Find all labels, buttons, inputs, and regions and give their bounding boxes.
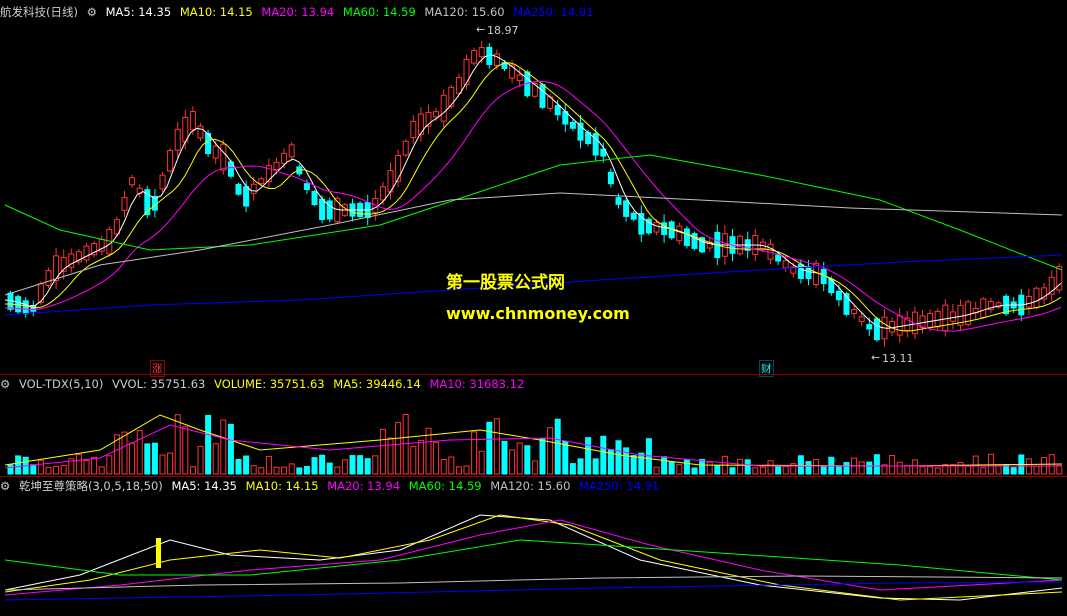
vol-ma5-value: MA5: 39446.14	[333, 377, 421, 391]
watermark-url: www.chnmoney.com	[446, 304, 630, 323]
strat-ma60-value: MA60: 14.59	[408, 479, 482, 493]
vol-ma10-value: MA10: 31683.12	[429, 377, 525, 391]
watermark-title: 第一股票公式网	[446, 273, 565, 293]
high-price-label: 18.97	[487, 24, 519, 37]
strategy-gear-icon[interactable]: ⚙	[0, 479, 10, 493]
strat-ma20-value: MA20: 13.94	[327, 479, 401, 493]
volume-panel-header: ⚙ VOL-TDX(5,10) VVOL: 35751.63 VOLUME: 3…	[0, 375, 529, 393]
strat-ma120-value: MA120: 15.60	[490, 479, 571, 493]
low-price-label: 13.11	[882, 352, 914, 365]
volume-title[interactable]: VOL-TDX(5,10)	[19, 377, 103, 391]
volume-value: VOLUME: 35751.63	[214, 377, 325, 391]
strategy-panel-header: ⚙ 乾坤至尊策略(3,0,5,18,50) MA5: 14.35 MA10: 1…	[0, 477, 664, 495]
buy-signal-marker	[156, 538, 161, 568]
strategy-title[interactable]: 乾坤至尊策略(3,0,5,18,50)	[19, 479, 163, 493]
strat-ma10-value: MA10: 14.15	[245, 479, 319, 493]
vvol-value: VVOL: 35751.63	[111, 377, 206, 391]
volume-gear-icon[interactable]: ⚙	[0, 377, 10, 391]
svg-text:←: ←	[476, 23, 485, 36]
strat-ma5-value: MA5: 14.35	[171, 479, 237, 493]
svg-text:←: ←	[871, 351, 880, 364]
strat-ma250-value: MA250: 14.91	[579, 479, 660, 493]
